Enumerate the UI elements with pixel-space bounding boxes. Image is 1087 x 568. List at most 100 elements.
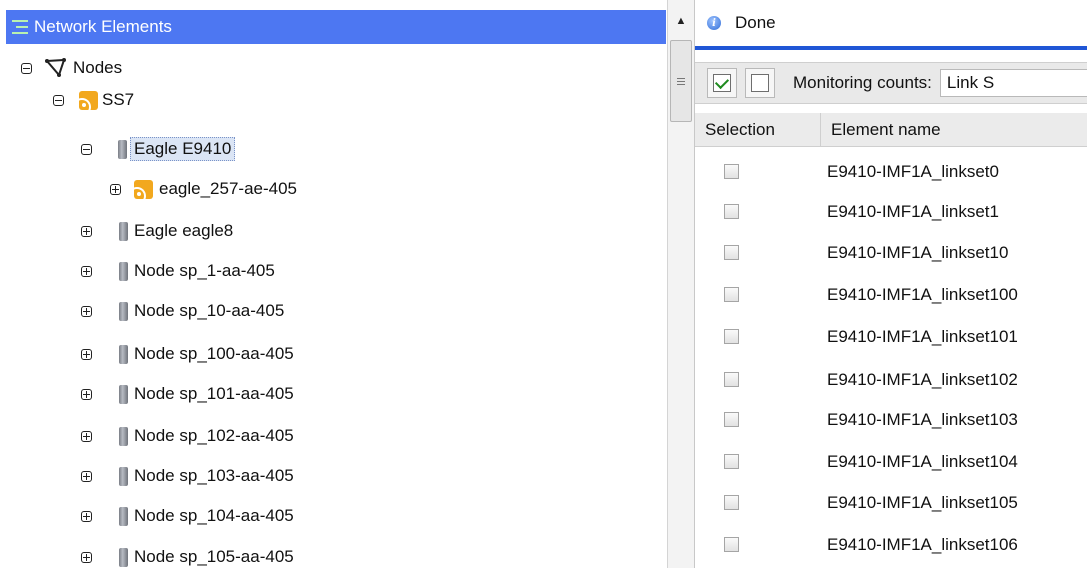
element-name-cell: E9410-IMF1A_linkset101: [827, 326, 1018, 346]
tree-node-sp-105[interactable]: Node sp_105-aa-405: [81, 543, 294, 568]
tree-node-sp-101[interactable]: Node sp_101-aa-405: [81, 380, 294, 408]
expand-toggle[interactable]: [81, 305, 92, 317]
tree-vertical-scrollbar[interactable]: ▲: [667, 0, 695, 568]
row-checkbox[interactable]: [724, 245, 739, 260]
monitoring-counts-label: Monitoring counts:: [793, 73, 932, 92]
element-name-cell: E9410-IMF1A_linkset1: [827, 201, 999, 221]
status-bar: i Done: [695, 0, 1087, 46]
tree-node-sp-103[interactable]: Node sp_103-aa-405: [81, 462, 294, 490]
table-row[interactable]: E9410-IMF1A_linkset104: [695, 443, 1087, 480]
network-elements-tree-pane: Network Elements Nodes SS7 Eagle E9410 e…: [0, 0, 667, 568]
table-row[interactable]: E9410-IMF1A_linkset105: [695, 484, 1087, 521]
tree-node-label: Node sp_103-aa-405: [134, 466, 294, 485]
tree-node-label: SS7: [102, 90, 135, 109]
device-icon: [119, 506, 128, 526]
tree-node-sp-1[interactable]: Node sp_1-aa-405: [81, 257, 275, 285]
column-header-element-name[interactable]: Element name: [821, 120, 941, 140]
row-checkbox[interactable]: [724, 372, 739, 387]
tree-node-eagle-e9410[interactable]: Eagle E9410: [81, 135, 236, 163]
element-name-cell: E9410-IMF1A_linkset102: [827, 369, 1018, 389]
tree-node-label: Eagle E9410: [130, 137, 236, 161]
select-all-button[interactable]: [707, 68, 737, 98]
row-checkbox[interactable]: [724, 495, 739, 510]
row-checkbox[interactable]: [724, 412, 739, 427]
expand-toggle[interactable]: [81, 510, 92, 522]
table-row[interactable]: E9410-IMF1A_linkset102: [695, 361, 1087, 398]
row-checkbox[interactable]: [724, 454, 739, 469]
scroll-up-arrow-icon[interactable]: ▲: [668, 8, 694, 34]
device-icon: [119, 261, 128, 281]
rss-feed-icon: [134, 179, 153, 199]
selection-toolbar: Monitoring counts: Link S: [695, 62, 1087, 104]
tree-node-ss7[interactable]: SS7: [53, 86, 134, 114]
expand-toggle[interactable]: [110, 183, 121, 195]
row-checkbox[interactable]: [724, 204, 739, 219]
info-icon: i: [707, 16, 721, 30]
tree-node-label: Eagle eagle8: [134, 221, 234, 240]
element-name-cell: E9410-IMF1A_linkset106: [827, 534, 1018, 554]
tree-node-sp-104[interactable]: Node sp_104-aa-405: [81, 502, 294, 530]
tree-node-eagle-257[interactable]: eagle_257-ae-405: [110, 175, 297, 203]
table-row[interactable]: E9410-IMF1A_linkset1: [695, 193, 1087, 230]
tree-node-sp-100[interactable]: Node sp_100-aa-405: [81, 340, 294, 368]
network-graph-icon: [45, 58, 67, 78]
element-selection-pane: i Done Monitoring counts: Link S Selecti…: [695, 0, 1087, 568]
expand-toggle[interactable]: [81, 470, 92, 482]
grip-icon: [677, 77, 685, 85]
row-checkbox[interactable]: [724, 329, 739, 344]
expand-toggle[interactable]: [81, 551, 92, 563]
tree-node-eagle-eagle8[interactable]: Eagle eagle8: [81, 217, 233, 245]
deselect-all-button[interactable]: [745, 68, 775, 98]
column-header-selection[interactable]: Selection: [695, 113, 821, 146]
device-icon: [118, 139, 127, 159]
tree-node-label: eagle_257-ae-405: [159, 179, 298, 198]
tree-node-nodes[interactable]: Nodes: [21, 54, 122, 82]
device-icon: [119, 426, 128, 446]
status-text: Done: [735, 13, 776, 32]
tree-node-sp-10[interactable]: Node sp_10-aa-405: [81, 297, 284, 325]
tree-node-label: Node sp_104-aa-405: [134, 506, 294, 525]
tree-header-label: Network Elements: [34, 17, 172, 36]
table-row[interactable]: E9410-IMF1A_linkset10: [695, 234, 1087, 271]
scroll-thumb[interactable]: [670, 40, 692, 122]
table-row[interactable]: E9410-IMF1A_linkset103: [695, 401, 1087, 438]
element-name-cell: E9410-IMF1A_linkset10: [827, 242, 1009, 262]
device-icon: [119, 301, 128, 321]
tree-node-label: Node sp_10-aa-405: [134, 301, 285, 320]
tree-node-sp-102[interactable]: Node sp_102-aa-405: [81, 422, 294, 450]
expand-toggle[interactable]: [81, 430, 92, 442]
tree-node-label: Nodes: [73, 58, 123, 77]
tree-node-label: Node sp_1-aa-405: [134, 261, 275, 280]
collapse-toggle[interactable]: [21, 62, 32, 74]
device-icon: [119, 466, 128, 486]
device-icon: [119, 344, 128, 364]
row-checkbox[interactable]: [724, 164, 739, 179]
element-name-cell: E9410-IMF1A_linkset0: [827, 161, 999, 181]
monitoring-counts-select[interactable]: Link S: [939, 69, 1087, 97]
row-checkbox[interactable]: [724, 537, 739, 552]
expand-toggle[interactable]: [81, 348, 92, 360]
table-row[interactable]: E9410-IMF1A_linkset101: [695, 318, 1087, 355]
device-icon: [119, 384, 128, 404]
tree-list-icon: [12, 20, 28, 34]
device-icon: [119, 547, 128, 567]
collapse-toggle[interactable]: [53, 94, 64, 106]
expand-toggle[interactable]: [81, 388, 92, 400]
tree-node-label: Node sp_102-aa-405: [134, 426, 294, 445]
rss-feed-icon: [79, 90, 98, 110]
grid-header: Selection Element name: [695, 113, 1087, 147]
expand-toggle[interactable]: [81, 225, 92, 237]
tree-node-label: Node sp_105-aa-405: [134, 547, 294, 566]
table-row[interactable]: E9410-IMF1A_linkset100: [695, 276, 1087, 313]
tree-node-label: Node sp_101-aa-405: [134, 384, 294, 403]
expand-toggle[interactable]: [81, 265, 92, 277]
row-checkbox[interactable]: [724, 287, 739, 302]
table-row[interactable]: E9410-IMF1A_linkset106: [695, 526, 1087, 563]
table-row[interactable]: E9410-IMF1A_linkset0: [695, 153, 1087, 190]
tree-header[interactable]: Network Elements: [6, 10, 666, 44]
check-all-icon: [713, 74, 731, 92]
tree-node-label: Node sp_100-aa-405: [134, 344, 294, 363]
collapse-toggle[interactable]: [81, 143, 92, 155]
element-name-cell: E9410-IMF1A_linkset100: [827, 284, 1018, 304]
status-divider: [695, 46, 1087, 50]
